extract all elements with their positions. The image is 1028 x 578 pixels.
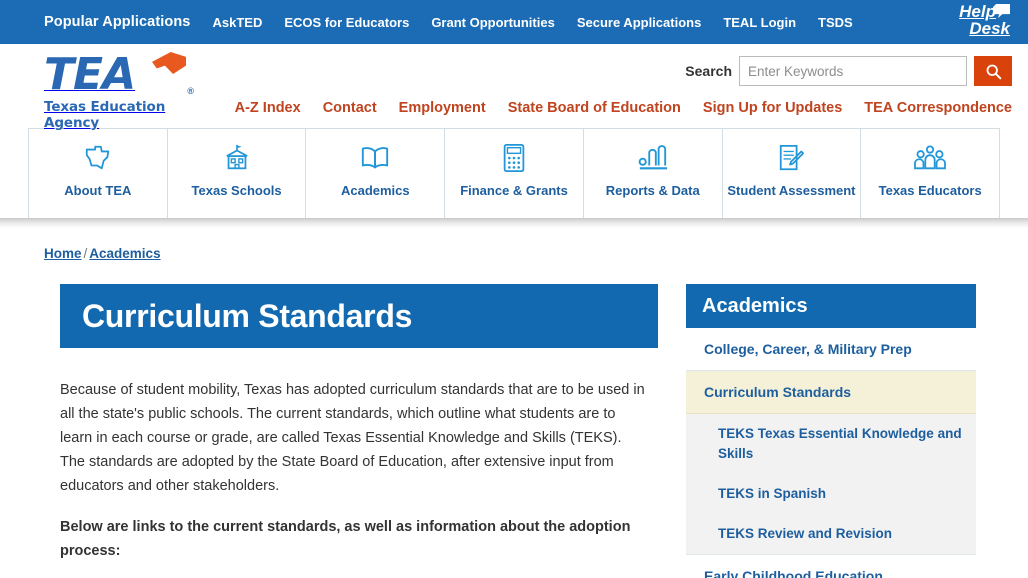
topbar-link-tsds[interactable]: TSDS: [818, 15, 853, 30]
nav-item-texas-schools[interactable]: Texas Schools: [168, 129, 307, 218]
search-icon: [985, 63, 1002, 80]
topbar-link-secure-applications[interactable]: Secure Applications: [577, 15, 702, 30]
quick-link-state-board-of-education[interactable]: State Board of Education: [508, 100, 681, 116]
nav-item-about-tea[interactable]: About TEA: [29, 129, 168, 218]
help-desk-logo[interactable]: Help Desk: [942, 3, 1010, 41]
nav-item-finance-and-grants-label: Finance & Grants: [460, 183, 568, 198]
breadcrumb-item-home[interactable]: Home: [44, 246, 82, 261]
sidebar-item-early-childhood-education[interactable]: Early Childhood Education: [686, 555, 976, 578]
main-navigation: About TEA Texas Schools Academics: [28, 128, 1000, 218]
tea-logo-subtitle: Texas Education Agency: [44, 99, 194, 131]
nav-bottom-shadow: [0, 218, 1028, 228]
sidebar-subitem-group: TEKS Texas Essential Knowledge and Skill…: [686, 414, 976, 555]
bar-chart-icon: [637, 141, 669, 175]
nav-item-academics-label: Academics: [341, 183, 410, 198]
sidebar-subitem-teks-texas-essential-knowledge-and-skills[interactable]: TEKS Texas Essential Knowledge and Skill…: [686, 414, 976, 474]
school-building-icon: [222, 141, 252, 175]
breadcrumb-separator: /: [84, 246, 88, 261]
nav-item-finance-and-grants[interactable]: Finance & Grants: [445, 129, 584, 218]
graduation-cap-icon: [152, 52, 186, 74]
breadcrumb-item-academics[interactable]: Academics: [89, 246, 160, 261]
quick-links-nav: A-Z Index Contact Employment State Board…: [235, 100, 1012, 116]
search-bar: Search: [685, 56, 1012, 86]
people-group-icon: [913, 141, 947, 175]
help-desk-line-2: Desk: [942, 20, 1010, 37]
nav-item-texas-educators[interactable]: Texas Educators: [861, 129, 999, 218]
main-column: Curriculum Standards Because of student …: [60, 284, 658, 578]
texas-outline-icon: [83, 141, 113, 175]
nav-item-texas-educators-label: Texas Educators: [879, 183, 982, 198]
popular-applications-links: Popular Applications AskTED ECOS for Edu…: [44, 14, 853, 30]
search-label: Search: [685, 63, 732, 79]
page-content: Curriculum Standards Because of student …: [0, 261, 1028, 578]
topbar-link-ecos-for-educators[interactable]: ECOS for Educators: [284, 15, 409, 30]
topbar-link-grant-opportunities[interactable]: Grant Opportunities: [431, 15, 555, 30]
nav-item-reports-and-data[interactable]: Reports & Data: [584, 129, 723, 218]
search-input[interactable]: [739, 56, 967, 86]
calculator-icon: [501, 141, 527, 175]
tea-logo-mark: TEA ®: [44, 52, 194, 98]
tea-logo[interactable]: TEA ® Texas Education Agency: [44, 52, 194, 120]
nav-item-student-assessment[interactable]: Student Assessment: [723, 129, 862, 218]
open-book-icon: [359, 141, 391, 175]
sidebar: Academics College, Career, & Military Pr…: [686, 284, 976, 578]
body-paragraph-links-intro: Below are links to the current standards…: [60, 515, 650, 563]
breadcrumb: Home/Academics: [0, 228, 1028, 261]
page-body-copy: Because of student mobility, Texas has a…: [60, 348, 650, 563]
quick-link-employment[interactable]: Employment: [399, 100, 486, 116]
site-header: TEA ® Texas Education Agency Search A-Z …: [0, 44, 1028, 128]
sidebar-item-college-career-military-prep[interactable]: College, Career, & Military Prep: [686, 328, 976, 371]
quick-link-sign-up-for-updates[interactable]: Sign Up for Updates: [703, 100, 842, 116]
nav-item-texas-schools-label: Texas Schools: [192, 183, 282, 198]
quick-link-contact[interactable]: Contact: [323, 100, 377, 116]
page-title: Curriculum Standards: [82, 298, 412, 335]
nav-item-academics[interactable]: Academics: [306, 129, 445, 218]
nav-item-about-tea-label: About TEA: [64, 183, 131, 198]
search-submit-button[interactable]: [974, 56, 1012, 86]
topbar-link-teal-login[interactable]: TEAL Login: [723, 15, 796, 30]
body-paragraph-intro: Because of student mobility, Texas has a…: [60, 378, 650, 498]
sidebar-subitem-teks-in-spanish[interactable]: TEKS in Spanish: [686, 474, 976, 514]
sidebar-title: Academics: [702, 295, 808, 318]
topbar-link-askted[interactable]: AskTED: [212, 15, 262, 30]
tea-logo-text: TEA: [44, 49, 135, 100]
popular-applications-label: Popular Applications: [44, 14, 190, 30]
quick-link-tea-correspondence[interactable]: TEA Correspondence: [864, 100, 1012, 116]
top-utility-bar: Popular Applications AskTED ECOS for Edu…: [0, 0, 1028, 44]
document-pencil-icon: [777, 141, 805, 175]
quick-link-a-z-index[interactable]: A-Z Index: [235, 100, 301, 116]
nav-item-reports-and-data-label: Reports & Data: [606, 183, 700, 198]
sidebar-item-curriculum-standards[interactable]: Curriculum Standards: [686, 371, 976, 414]
sidebar-header: Academics: [686, 284, 976, 328]
registered-trademark-symbol: ®: [187, 86, 194, 96]
sidebar-subitem-teks-review-and-revision[interactable]: TEKS Review and Revision: [686, 514, 976, 555]
page-title-banner: Curriculum Standards: [60, 284, 658, 348]
nav-item-student-assessment-label: Student Assessment: [727, 183, 855, 198]
